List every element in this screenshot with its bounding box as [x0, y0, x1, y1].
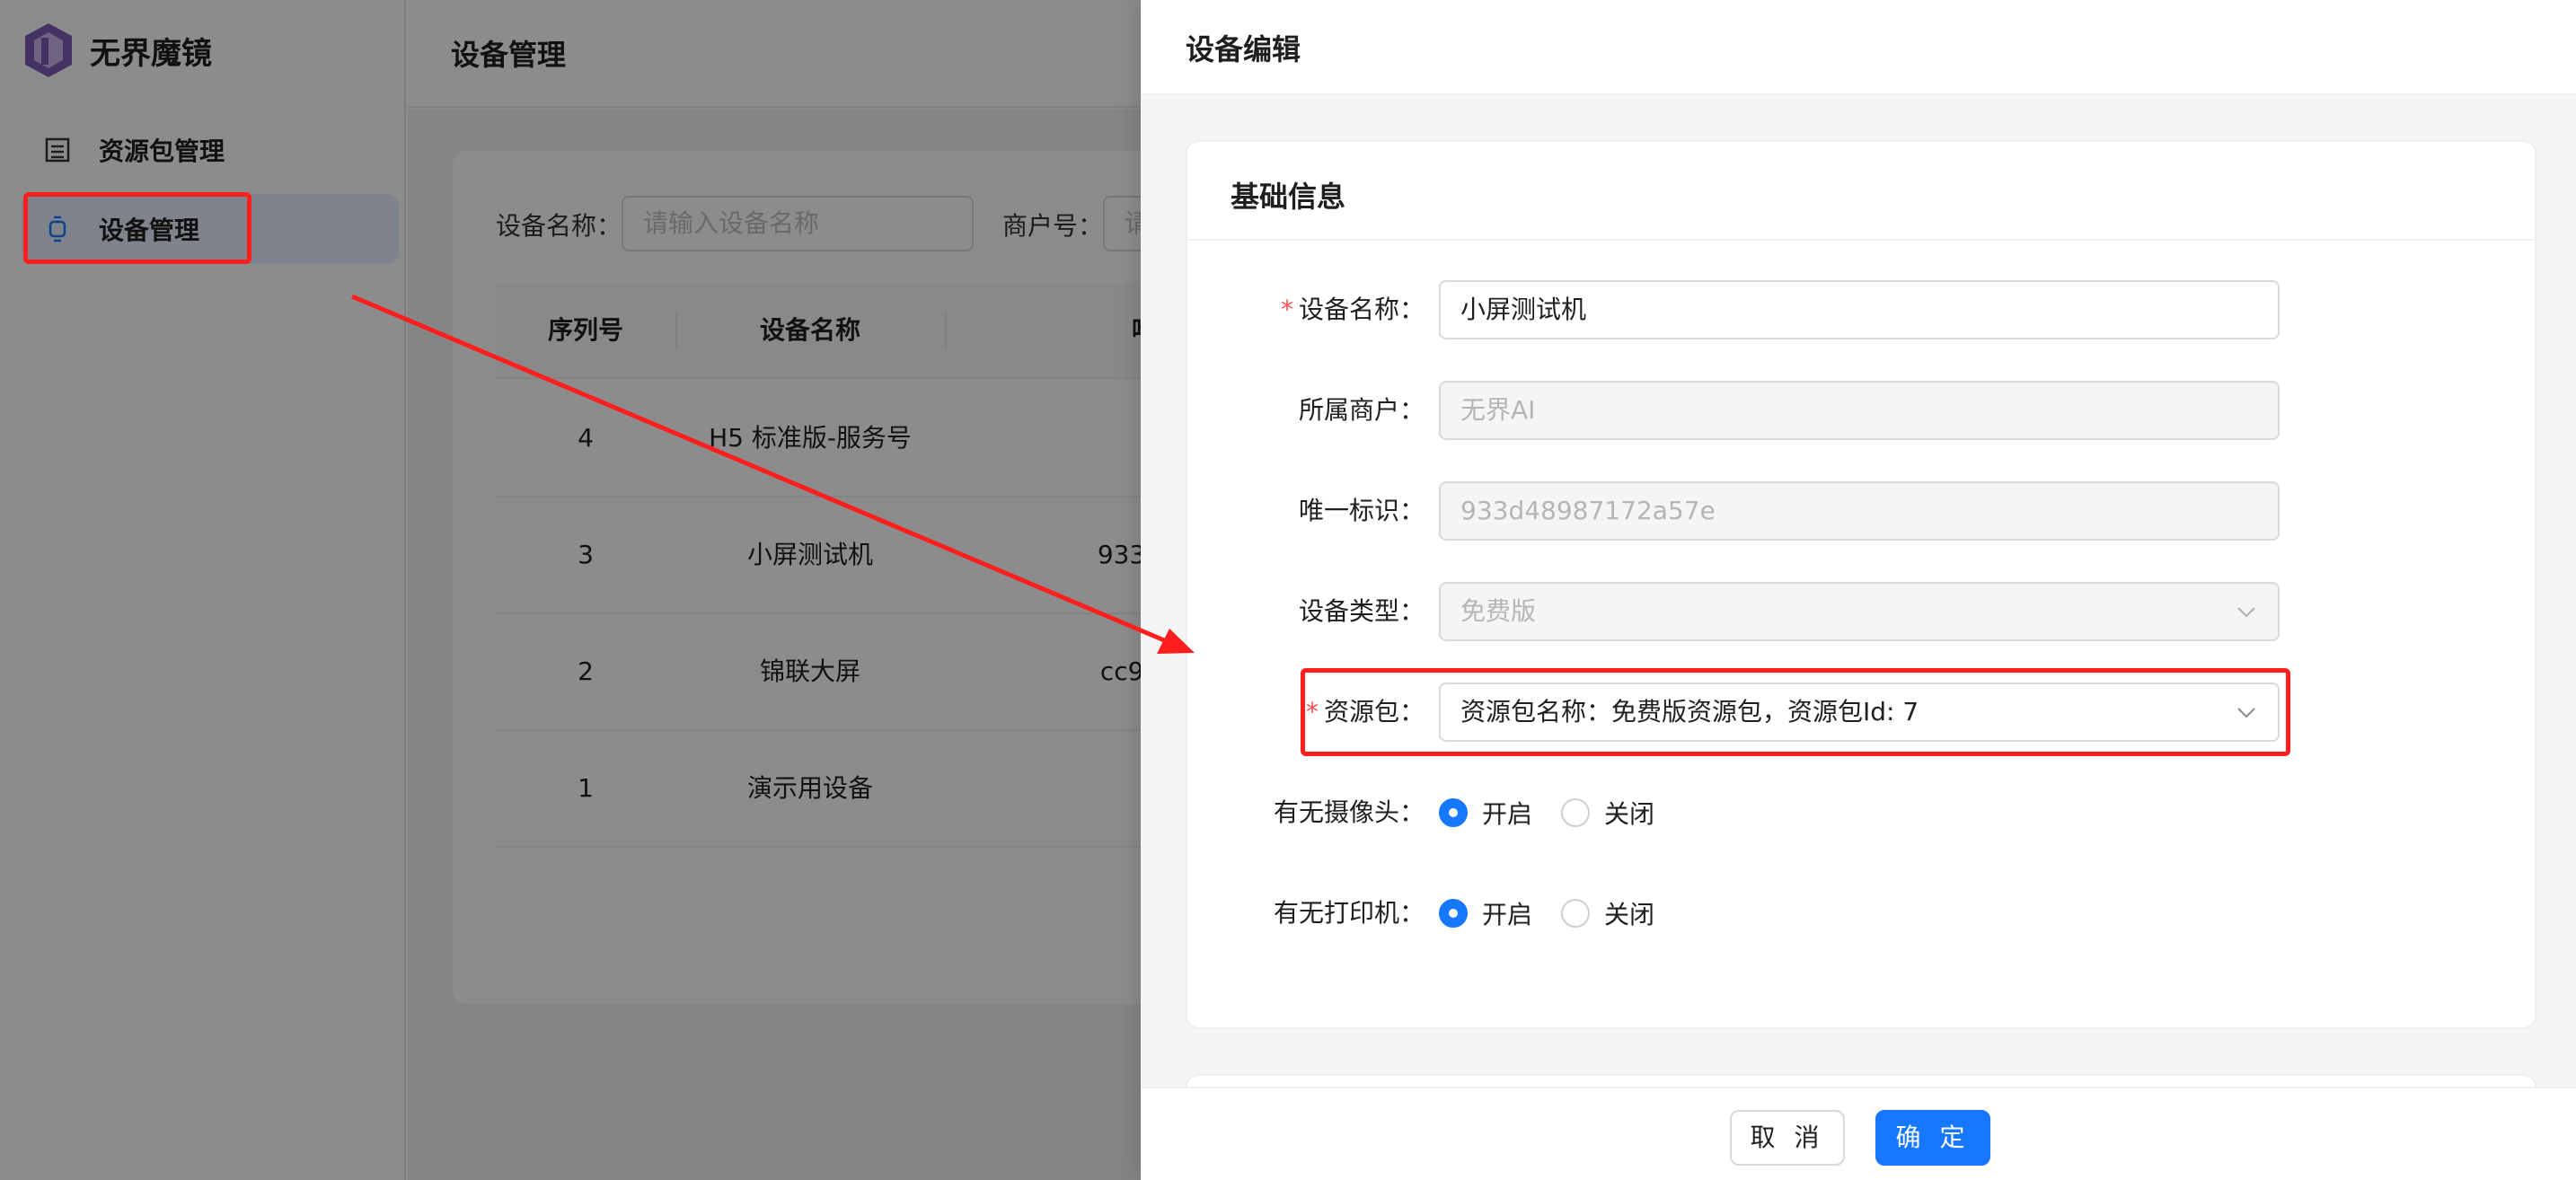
annotation-arrow: [351, 294, 1195, 654]
